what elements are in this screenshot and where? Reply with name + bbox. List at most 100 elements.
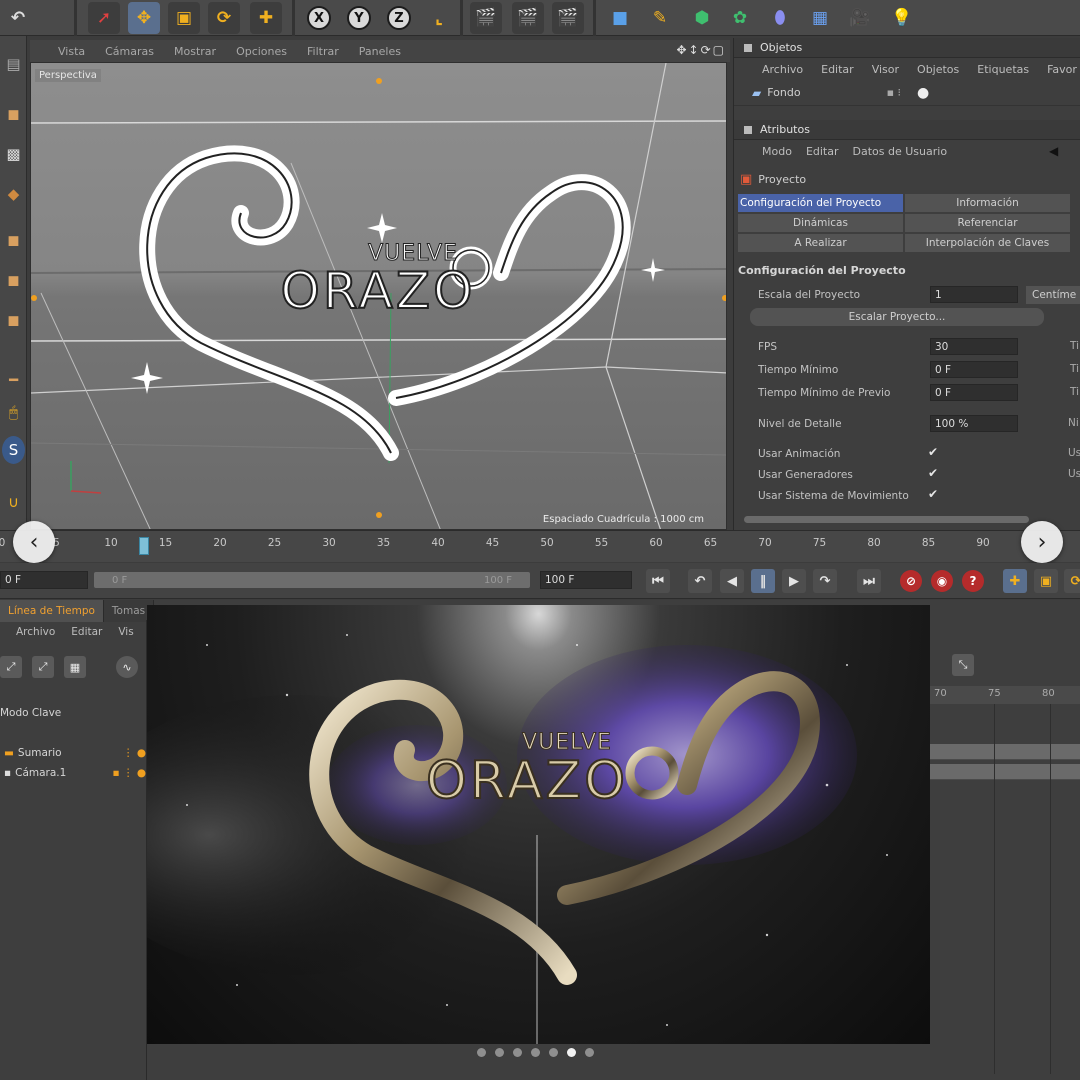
tab-informacion[interactable]: Información [905, 194, 1070, 212]
scale-field[interactable]: 1 [930, 286, 1018, 303]
texture-mode-icon[interactable]: ▩ [2, 140, 25, 168]
next-key-icon[interactable]: ↷ [813, 569, 837, 593]
use-motion-system-checkbox[interactable]: ✔ [928, 487, 938, 501]
pager-dot[interactable] [567, 1048, 576, 1057]
motion-mode-icon[interactable]: ▦ [64, 656, 86, 678]
track-flags-icon[interactable]: ▪ ⋮ ● [113, 767, 146, 779]
viewport-menu-opciones[interactable]: Opciones [236, 45, 287, 58]
min-time-field[interactable]: 0 F [930, 361, 1018, 378]
edges-mode-icon[interactable]: ◼ [2, 266, 25, 294]
objects-menu-favoritos[interactable]: Favor [1047, 63, 1077, 76]
objects-menu-visor[interactable]: Visor [872, 63, 899, 76]
keyframe-selection-icon[interactable]: ? [962, 570, 984, 592]
go-to-start-icon[interactable]: ⏮ [646, 569, 670, 593]
objects-menu-etiquetas[interactable]: Etiquetas [977, 63, 1029, 76]
coordinate-system-icon[interactable]: ⌞ [423, 2, 455, 34]
3d-viewport[interactable]: VUELVE ORAZO Perspectiva Espaciado Cuadr… [30, 62, 727, 530]
timeline-option-icon[interactable]: ⤡ [952, 654, 974, 676]
object-list-item-fondo[interactable]: ▰ Fondo ▪ ⁝ ● [734, 80, 1080, 106]
playhead-marker[interactable] [139, 537, 149, 555]
viewport-menu-mostrar[interactable]: Mostrar [174, 45, 216, 58]
tab-linea-de-tiempo[interactable]: Línea de Tiempo [0, 600, 104, 622]
next-slide-button[interactable]: › [1021, 521, 1063, 563]
snap-icon[interactable]: S [2, 436, 25, 464]
tab-configuracion-proyecto[interactable]: Configuración del Proyecto [738, 194, 903, 212]
autokey-icon[interactable]: ◉ [931, 570, 953, 592]
undo-icon[interactable]: ↶ [2, 2, 34, 34]
use-generators-checkbox[interactable]: ✔ [928, 466, 938, 480]
record-active-objects-icon[interactable]: ⊘ [900, 570, 922, 592]
attributes-menu-modo[interactable]: Modo [762, 145, 792, 158]
timeline-key-ruler[interactable]: 70 75 80 [930, 686, 1080, 704]
waveform-icon[interactable]: ∿ [116, 656, 138, 678]
polygons-mode-icon[interactable]: ◼ [2, 306, 25, 334]
track-sumario[interactable]: ▬ Sumario ⋮ ● [0, 744, 146, 762]
material-tag-icon[interactable]: ● [917, 85, 929, 101]
play-icon[interactable]: ‖ [751, 569, 775, 593]
use-animation-checkbox[interactable]: ✔ [928, 445, 938, 459]
add-tool-icon[interactable]: ✚ [250, 2, 282, 34]
frame-range-slider[interactable]: 0 F 100 F [94, 572, 530, 588]
attributes-menu-editar[interactable]: Editar [806, 145, 839, 158]
detail-level-field[interactable]: 100 % [930, 415, 1018, 432]
end-frame-field[interactable]: 100 F [540, 571, 632, 589]
scale-tool-icon[interactable]: ▣ [168, 2, 200, 34]
array-icon[interactable]: ✿ [724, 2, 756, 34]
previous-frame-icon[interactable]: ◀ [720, 569, 744, 593]
objects-menu-objetos[interactable]: Objetos [917, 63, 959, 76]
objects-menu-editar[interactable]: Editar [821, 63, 854, 76]
scale-unit-select[interactable]: Centíme [1026, 286, 1080, 304]
next-frame-icon[interactable]: ▶ [782, 569, 806, 593]
camera-key-bar[interactable] [930, 764, 1080, 780]
previous-slide-button[interactable]: ‹ [13, 521, 55, 563]
points-mode-icon[interactable]: ◼ [2, 226, 25, 254]
rotate-tool-icon[interactable]: ⟳ [208, 2, 240, 34]
back-arrow-icon[interactable]: ◀ [1049, 144, 1058, 158]
position-key-icon[interactable]: ✚ [1003, 569, 1027, 593]
render-view-icon[interactable]: 🎬 [470, 2, 502, 34]
tab-referenciar[interactable]: Referenciar [905, 214, 1070, 232]
current-frame-field[interactable]: 0 F [0, 571, 88, 589]
viewport-menu-filtrar[interactable]: Filtrar [307, 45, 339, 58]
pager-dot[interactable] [531, 1048, 540, 1057]
select-tool-icon[interactable]: ➚ [88, 2, 120, 34]
tweak-mode-icon[interactable]: 🖱 [2, 398, 25, 426]
key-mode-icon[interactable]: ⤢ [0, 656, 22, 678]
make-editable-icon[interactable]: ▤ [2, 50, 25, 78]
y-axis-button[interactable]: Y [343, 2, 375, 34]
rotation-key-icon[interactable]: ⟳ [1064, 569, 1080, 593]
previous-key-icon[interactable]: ↶ [688, 569, 712, 593]
deformer-icon[interactable]: ⬮ [764, 2, 796, 34]
pager-dot[interactable] [495, 1048, 504, 1057]
object-flags-icon[interactable]: ▪ ⁝ [887, 86, 901, 99]
tab-a-realizar[interactable]: A Realizar [738, 234, 903, 252]
tab-dinamicas[interactable]: Dinámicas [738, 214, 903, 232]
model-mode-icon[interactable]: ◼ [2, 100, 25, 128]
go-to-end-icon[interactable]: ⏭ [857, 569, 881, 593]
magnet-icon[interactable]: ∪ [2, 488, 25, 516]
tab-interpolacion-claves[interactable]: Interpolación de Claves [905, 234, 1070, 252]
move-tool-icon[interactable]: ✥ [128, 2, 160, 34]
escalar-proyecto-button[interactable]: Escalar Proyecto... [750, 308, 1044, 326]
viewport-menu-camaras[interactable]: Cámaras [105, 45, 154, 58]
pager-dot[interactable] [513, 1048, 522, 1057]
x-axis-button[interactable]: X [303, 2, 335, 34]
attributes-menu-datos-usuario[interactable]: Datos de Usuario [853, 145, 948, 158]
workplane-icon[interactable]: ◆ [2, 180, 25, 208]
timeline-menu-vista[interactable]: Vis [118, 626, 133, 644]
timeline-menu-archivo[interactable]: Archivo [16, 626, 55, 644]
summary-key-bar[interactable] [930, 744, 1080, 760]
cube-icon[interactable]: ■ [604, 2, 636, 34]
axis-mode-icon[interactable]: ━ [2, 366, 25, 394]
pager-dot[interactable] [477, 1048, 486, 1057]
render-settings-icon[interactable]: 🎬 [552, 2, 584, 34]
scale-key-icon[interactable]: ▣ [1034, 569, 1058, 593]
track-flags-icon[interactable]: ⋮ ● [123, 747, 146, 759]
fcurve-mode-icon[interactable]: ⤢ [32, 656, 54, 678]
viewport-navigation-icons[interactable]: ✥↕⟳▢ [676, 43, 726, 57]
viewport-camera-label[interactable]: Perspectiva [35, 69, 101, 82]
timeline-ruler[interactable]: 0 5 10 15 20 25 30 35 40 45 50 55 60 65 70 75 80 85 90 [0, 530, 1080, 562]
fps-field[interactable]: 30 [930, 338, 1018, 355]
camera-icon[interactable]: 🎥 [844, 2, 876, 34]
render-picture-viewer-icon[interactable]: 🎬 [512, 2, 544, 34]
